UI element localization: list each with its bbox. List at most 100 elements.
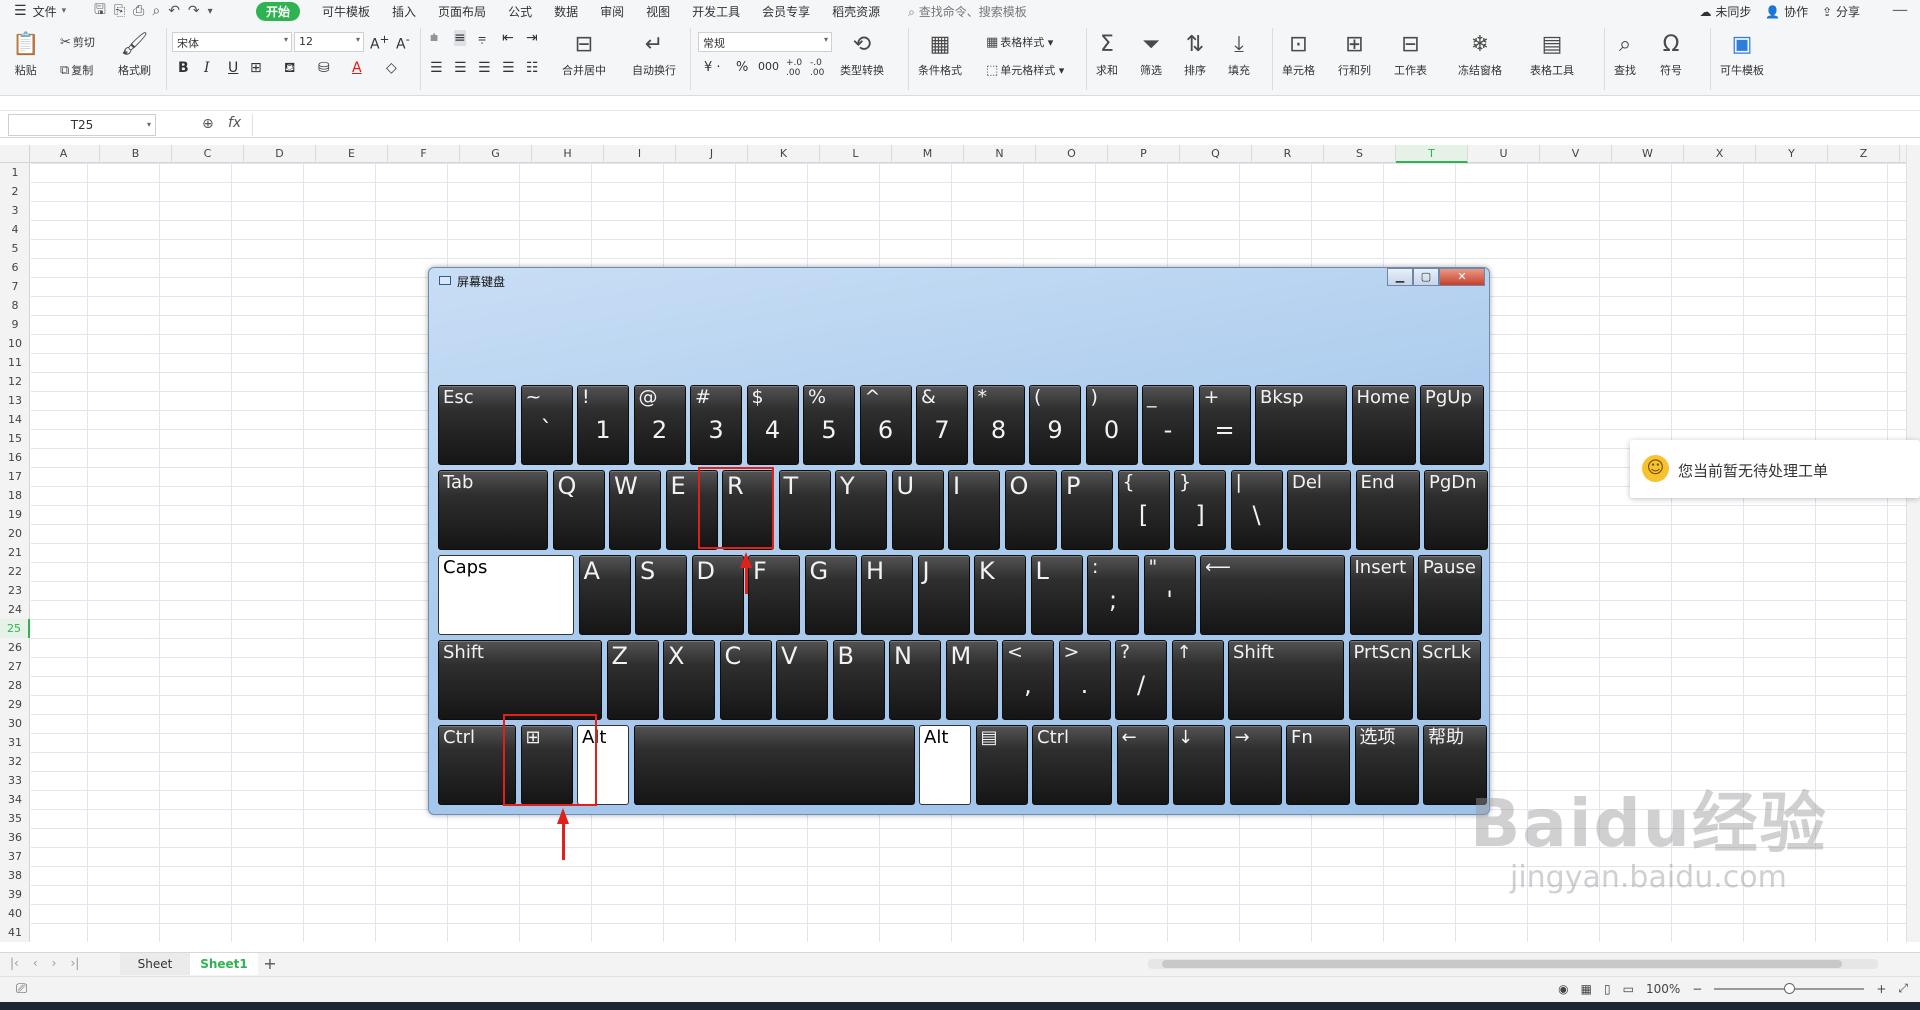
- key-sym0-9[interactable]: * 8: [972, 385, 1025, 465]
- key-insert[interactable]: Insert: [1349, 555, 1414, 635]
- row-header-36[interactable]: 36: [0, 828, 30, 847]
- tab-0[interactable]: 开始: [256, 1, 301, 21]
- tab-6[interactable]: 审阅: [600, 3, 624, 20]
- key-sym0-8[interactable]: & 7: [916, 385, 968, 465]
- row-header-6[interactable]: 6: [0, 258, 30, 277]
- sheet-tab[interactable]: Sheet: [120, 953, 190, 975]
- bold-icon[interactable]: B: [178, 60, 189, 76]
- decrease-decimal-icon[interactable]: -.0.00: [810, 58, 824, 78]
- row-header-10[interactable]: 10: [0, 334, 30, 353]
- save-icon[interactable]: 🖫: [94, 0, 106, 23]
- key-i[interactable]: I: [948, 470, 1000, 550]
- key-sym0-3[interactable]: @2: [633, 385, 686, 465]
- osk-titlebar[interactable]: 屏幕键盘 ▁ ▢ ✕: [429, 268, 1489, 294]
- tab-8[interactable]: 开发工具: [692, 3, 740, 20]
- key-sym3-11[interactable]: ↑: [1171, 640, 1224, 720]
- fullscreen-icon[interactable]: ⤢: [1898, 981, 1908, 996]
- row-header-30[interactable]: 30: [0, 714, 30, 733]
- row-header-7[interactable]: 7: [0, 277, 30, 296]
- row-header-40[interactable]: 40: [0, 904, 30, 923]
- align-left-icon[interactable]: ☰: [430, 60, 443, 76]
- add-sheet-button[interactable]: +: [260, 953, 280, 975]
- key-pause[interactable]: Pause: [1418, 555, 1482, 635]
- format-painter-button[interactable]: 🖌 格式刷: [118, 30, 151, 78]
- key-sym4-11[interactable]: 选项: [1354, 725, 1419, 805]
- row-header-28[interactable]: 28: [0, 676, 30, 695]
- horizontal-scrollbar[interactable]: [1148, 959, 1878, 969]
- row-header-13[interactable]: 13: [0, 391, 30, 410]
- key-sym3-9[interactable]: >.: [1058, 640, 1111, 720]
- first-sheet-icon[interactable]: |‹: [10, 956, 19, 970]
- key-u[interactable]: U: [891, 470, 944, 550]
- key-space[interactable]: [633, 725, 915, 805]
- number-format-select[interactable]: 常规 ▾: [698, 32, 832, 52]
- column-header-M[interactable]: M: [892, 145, 964, 163]
- column-header-H[interactable]: H: [532, 145, 604, 163]
- column-header-L[interactable]: L: [820, 145, 892, 163]
- underline-icon[interactable]: U: [228, 60, 238, 76]
- table-tools-button[interactable]: ▤ 表格工具: [1530, 30, 1574, 78]
- formula-input[interactable]: [252, 114, 1912, 136]
- column-header-Y[interactable]: Y: [1756, 145, 1828, 163]
- align-middle-icon[interactable]: ≡: [454, 30, 466, 46]
- key-s[interactable]: S: [635, 555, 687, 635]
- key-shift[interactable]: Shift: [438, 640, 602, 720]
- font-name-select[interactable]: 宋体 ▾: [172, 32, 292, 52]
- key-k[interactable]: K: [974, 555, 1026, 635]
- row-header-19[interactable]: 19: [0, 505, 30, 524]
- tab-4[interactable]: 公式: [508, 3, 532, 20]
- column-header-N[interactable]: N: [964, 145, 1036, 163]
- print-icon[interactable]: ⎙: [133, 3, 144, 19]
- key-x[interactable]: X: [663, 640, 715, 720]
- kn-template-button[interactable]: ▣ 可牛模板: [1720, 30, 1764, 78]
- key-sym3-8[interactable]: <,: [1002, 640, 1054, 720]
- row-header-2[interactable]: 2: [0, 182, 30, 201]
- cell-button[interactable]: ⊡ 单元格: [1282, 30, 1315, 78]
- type-convert-button[interactable]: ⟲ 类型转换: [840, 30, 884, 78]
- column-header-F[interactable]: F: [388, 145, 460, 163]
- key-scrlk[interactable]: ScrLk: [1417, 640, 1481, 720]
- key-f[interactable]: F: [748, 555, 800, 635]
- key-sym0-4[interactable]: #3: [690, 385, 742, 465]
- macro-icon[interactable]: ⎚: [16, 981, 27, 997]
- row-header-9[interactable]: 9: [0, 315, 30, 334]
- row-header-39[interactable]: 39: [0, 885, 30, 904]
- row-header-17[interactable]: 17: [0, 467, 30, 486]
- row-header-23[interactable]: 23: [0, 581, 30, 600]
- key-sym0-5[interactable]: $4: [746, 385, 799, 465]
- increase-decimal-icon[interactable]: +.0.00: [786, 58, 802, 78]
- tab-7[interactable]: 视图: [646, 3, 670, 20]
- paste-button[interactable]: 📋 粘贴: [12, 30, 39, 78]
- row-header-18[interactable]: 18: [0, 486, 30, 505]
- cell-style-button[interactable]: ⬚ 单元格样式 ▾: [986, 62, 1064, 78]
- key-ctrl[interactable]: Ctrl: [1032, 725, 1112, 805]
- indent-increase-icon[interactable]: ⇥: [526, 30, 538, 46]
- key-sym3-10[interactable]: ? /: [1115, 640, 1167, 720]
- key-bksp[interactable]: Bksp: [1255, 385, 1347, 465]
- table-style-button[interactable]: ▦ 表格样式 ▾: [986, 34, 1053, 50]
- font-grow-icon[interactable]: A+: [370, 32, 389, 53]
- distributed-icon[interactable]: ☷: [526, 60, 539, 76]
- key-sym0-10[interactable]: (9: [1029, 385, 1081, 465]
- italic-icon[interactable]: I: [204, 60, 210, 76]
- key-sym4-7[interactable]: ←: [1116, 725, 1169, 805]
- row-header-8[interactable]: 8: [0, 296, 30, 315]
- row-header-25[interactable]: 25: [0, 619, 30, 638]
- zoom-icon[interactable]: ⊕: [202, 116, 214, 132]
- key-sym4-8[interactable]: ↓: [1173, 725, 1225, 805]
- tab-9[interactable]: 会员专享: [762, 3, 810, 20]
- tab-1[interactable]: 可牛模板: [322, 3, 370, 20]
- zoom-out-icon[interactable]: −: [1692, 982, 1702, 996]
- key-shift[interactable]: Shift: [1228, 640, 1344, 720]
- key-m[interactable]: M: [945, 640, 998, 720]
- key-prtscn[interactable]: PrtScn: [1348, 640, 1413, 720]
- key-z[interactable]: Z: [606, 640, 659, 720]
- thousands-icon[interactable]: 000: [758, 60, 779, 73]
- key-sym0-13[interactable]: + =: [1198, 385, 1251, 465]
- freeze-panes-button[interactable]: ❄ 冻结窗格: [1458, 30, 1502, 78]
- column-header-Q[interactable]: Q: [1180, 145, 1252, 163]
- key-sym0-1[interactable]: ~ `: [520, 385, 573, 465]
- key-sym4-5[interactable]: ▤: [975, 725, 1028, 805]
- zoom-in-icon[interactable]: +: [1876, 982, 1886, 996]
- key-del[interactable]: Del: [1287, 470, 1351, 550]
